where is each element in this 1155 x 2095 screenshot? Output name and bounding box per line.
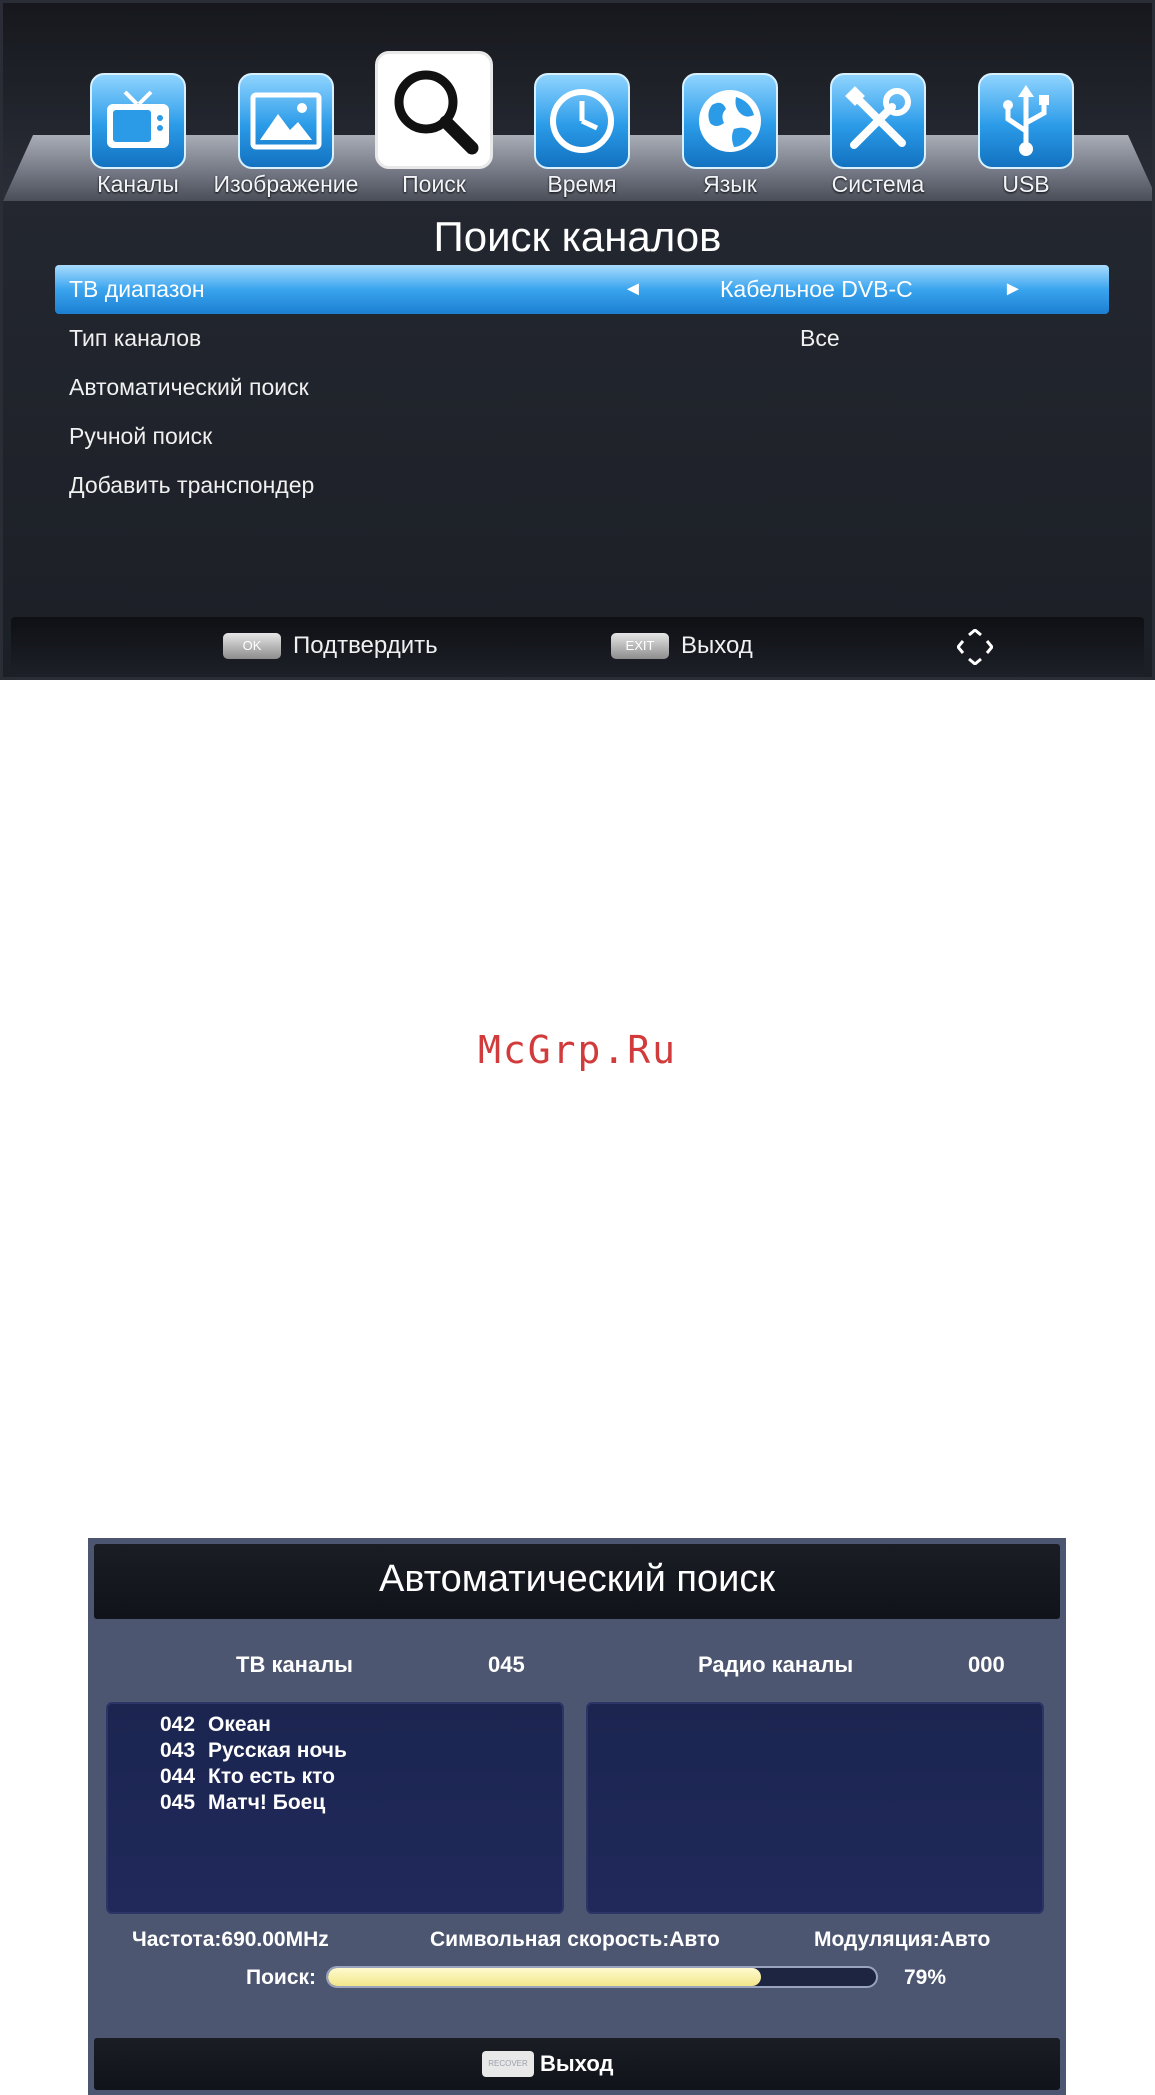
search-menu-screen: Каналы Изображение Поиск Время Язык Сист… [0, 0, 1155, 680]
list-item: 043 Русская ночь [108, 1738, 562, 1764]
radio-channel-list [586, 1702, 1044, 1914]
channel-name: Кто есть кто [208, 1765, 335, 1788]
arrow-left-icon[interactable]: ◄ [623, 265, 643, 314]
channel-number: 044 [160, 1765, 196, 1788]
tab-language[interactable]: Язык [675, 65, 785, 205]
exit-hint: Выход [681, 632, 753, 659]
help-bar: RECOVER Выход [94, 2038, 1060, 2090]
search-progress-bar [326, 1966, 878, 1988]
auto-search-screen: Автоматический поиск ТВ каналы 045 Радио… [88, 1538, 1066, 2095]
list-item: 042 Океан [108, 1712, 562, 1738]
tab-system[interactable]: Система [823, 65, 933, 205]
radio-channels-count: 000 [968, 1652, 1005, 1677]
channel-name: Океан [208, 1713, 271, 1736]
tv-channels-label: ТВ каналы [236, 1652, 353, 1677]
search-progress-label: Поиск: [246, 1966, 317, 1989]
clock-icon [534, 73, 630, 169]
ok-key-icon[interactable]: OK [223, 633, 281, 659]
tv-channels-count: 045 [488, 1652, 525, 1677]
channel-number: 045 [160, 1791, 196, 1814]
help-bar: OK Подтвердить EXIT Выход [11, 617, 1144, 677]
tab-label: Поиск [402, 171, 466, 197]
page-title: Поиск каналов [433, 213, 722, 260]
tools-icon [830, 73, 926, 169]
arrow-right-icon[interactable]: ► [1003, 265, 1023, 314]
exit-key-icon[interactable]: EXIT [611, 633, 669, 659]
tab-label: USB [1002, 171, 1050, 197]
symbol-rate-readout: Символьная скорость:Авто [430, 1928, 720, 1951]
search-progress-fill [328, 1968, 761, 1986]
channel-name: Матч! Боец [208, 1791, 326, 1814]
exit-hint: Выход [540, 2051, 614, 2076]
tab-label: Язык [703, 171, 757, 197]
tv-icon [90, 73, 186, 169]
picture-icon [238, 73, 334, 169]
globe-icon [682, 73, 778, 169]
list-item: 044 Кто есть кто [108, 1764, 562, 1790]
channel-number: 043 [160, 1739, 196, 1762]
menu-item-label: Ручной поиск [69, 423, 213, 449]
search-progress-percent: 79% [904, 1966, 947, 1989]
watermark: McGrp.Ru [477, 1028, 678, 1072]
channel-number: 042 [160, 1713, 196, 1736]
radio-channels-label: Радио каналы [698, 1652, 854, 1677]
menu-item-manual-search[interactable]: Ручной поиск [55, 412, 1109, 461]
frequency-readout: Частота:690.00MHz [132, 1928, 329, 1951]
tab-label: Время [547, 171, 617, 197]
menu-item-value: Все [800, 325, 840, 351]
tab-picture[interactable]: Изображение [214, 65, 358, 205]
menu-item-label: ТВ диапазон [69, 276, 205, 302]
tab-label: Изображение [213, 171, 359, 197]
tv-channel-list: 042 Океан 043 Русская ночь 044 Кто есть кто… [106, 1702, 564, 1914]
tab-channels[interactable]: Каналы [83, 65, 193, 205]
menu-item-auto-search[interactable]: Автоматический поиск [55, 363, 1109, 412]
menu-item-channel-type[interactable]: Тип каналов Все [55, 314, 1109, 363]
exit-key-icon[interactable]: RECOVER [482, 2051, 534, 2077]
navigation-arrows-icon [956, 628, 994, 666]
modulation-readout: Модуляция:Авто [814, 1928, 991, 1951]
menu-item-value: Кабельное DVB-C [720, 276, 913, 302]
menu-item-tv-band[interactable]: ТВ диапазон ◄ Кабельное DVB-C ► [55, 265, 1109, 314]
usb-icon [978, 73, 1074, 169]
header-bar: Автоматический поиск [94, 1544, 1060, 1619]
confirm-hint: Подтвердить [293, 632, 438, 659]
list-item: 045 Матч! Боец [108, 1790, 562, 1816]
tab-label: Система [831, 171, 925, 197]
search-icon [375, 51, 493, 169]
menu-item-label: Добавить транспондер [69, 472, 315, 498]
tab-usb[interactable]: USB [971, 65, 1081, 205]
tab-time[interactable]: Время [527, 65, 637, 205]
channel-name: Русская ночь [208, 1739, 347, 1762]
page-title: Автоматический поиск [379, 1558, 775, 1600]
search-menu-list: ТВ диапазон ◄ Кабельное DVB-C ► Тип кана… [55, 265, 1109, 510]
tab-label: Каналы [97, 171, 179, 197]
menu-item-label: Тип каналов [69, 325, 202, 351]
menu-item-label: Автоматический поиск [69, 374, 309, 400]
menu-item-add-transponder[interactable]: Добавить транспондер [55, 461, 1109, 510]
tab-search[interactable]: Поиск [375, 51, 493, 205]
